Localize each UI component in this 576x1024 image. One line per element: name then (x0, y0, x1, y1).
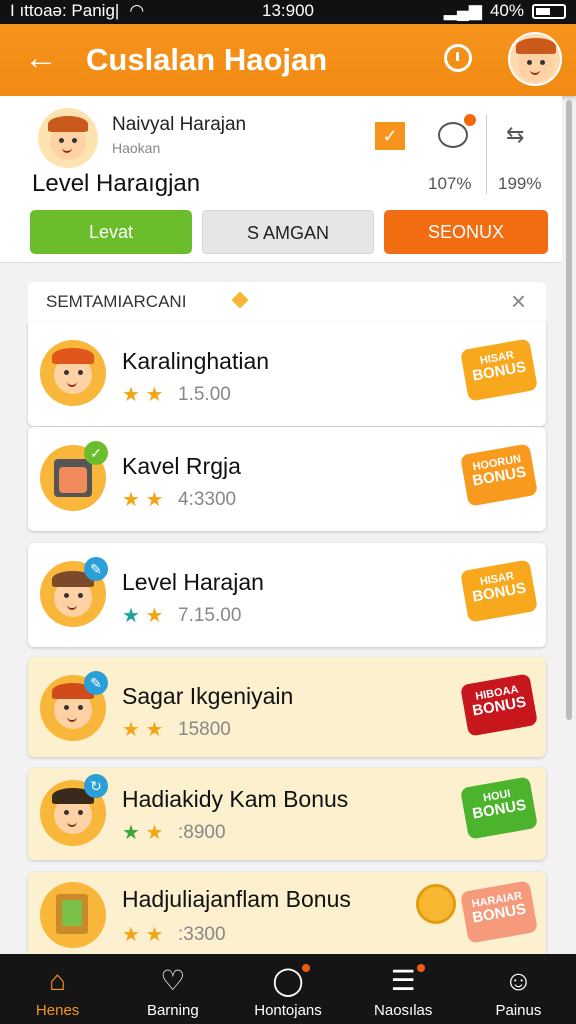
item-name: Level Harajan (122, 569, 264, 595)
list-item[interactable]: ✓ Kavel Rrgja ★ ★ 4:3300 HOORUN BONUS (28, 427, 546, 531)
gem-icon (231, 291, 249, 309)
back-arrow-icon[interactable]: ← (24, 40, 58, 76)
list-header-title: SEMTAMIARCANI (46, 292, 187, 311)
star-rating-icon: ★ ★ (122, 605, 164, 627)
item-name: Hadjuliajanflam Bonus (122, 886, 351, 912)
list-item[interactable]: ✎ Level Harajan ★ ★ 7.15.00 HISAR BONUS (28, 543, 546, 647)
share-badge-icon: ✎ (84, 671, 108, 695)
level-button[interactable]: Levat (30, 210, 192, 254)
bonus-badge[interactable]: HOORUN BONUS (460, 443, 538, 507)
status-bar: I ıttoaə: Panig| ◠ 13:900 ▂▄▆ 40% (0, 0, 576, 24)
battery-icon (532, 3, 566, 19)
character-icon (40, 882, 106, 948)
list-header: SEMTAMIARCANI × (28, 282, 546, 323)
nav-label: Barning (146, 1002, 199, 1019)
carrier-text: I ıttoaə: Panig| (10, 1, 120, 20)
stat-value-2: 199% (498, 174, 542, 193)
nav-hontojans[interactable]: ◯ Hontojans (230, 954, 345, 1024)
coin-icon (416, 884, 456, 924)
bottom-nav: ⌂ Henes ♡ Barning ◯ Hontojans ☰ Naosılas… (0, 954, 576, 1024)
notification-dot (301, 964, 310, 972)
character-icon (40, 340, 106, 406)
app-bar: ← Cuslalan Haojan (0, 24, 576, 96)
wifi-icon: ◠ (129, 1, 145, 20)
star-rating-icon: ★ ★ (122, 822, 164, 844)
nav-painus[interactable]: ☺ Painus (461, 954, 576, 1024)
item-name: Hadiakidy Kam Bonus (122, 786, 349, 812)
check-badge-icon: ✓ (84, 441, 108, 465)
nav-label: Henes (35, 1002, 80, 1019)
stat-value-1: 107% (428, 174, 472, 193)
clock: 13:900 (262, 1, 314, 20)
profile-section: Naivyal Harajan Haokan Level Haraıgjan ✓… (0, 96, 562, 263)
profile-subtitle: Haokan (112, 140, 161, 156)
bonus-badge[interactable]: HOUI BONUS (460, 776, 538, 840)
page-title: Cuslalan Haojan (86, 42, 328, 77)
notification-dot (417, 964, 426, 972)
star-rating-icon: ★ ★ (122, 489, 164, 511)
notification-dot (464, 114, 476, 126)
user-avatar[interactable] (508, 32, 562, 86)
nav-label: Naosılas (374, 1002, 433, 1019)
close-icon[interactable]: × (511, 286, 526, 317)
bonus-button[interactable]: SEONUX (384, 210, 548, 254)
star-rating-icon: ★ ★ (122, 384, 164, 406)
home-icon: ⌂ (49, 965, 67, 996)
star-rating-icon: ★ ★ (122, 924, 164, 946)
item-name: Sagar Ikgeniyain (122, 683, 294, 709)
profile-icon: ☺ (504, 965, 533, 996)
item-points: 7.15.00 (178, 605, 242, 626)
bonus-badge[interactable]: HISAR BONUS (460, 559, 538, 623)
refresh-badge-icon: ↻ (84, 774, 108, 798)
nav-label: Painus (495, 1002, 542, 1019)
nav-barning[interactable]: ♡ Barning (115, 954, 230, 1024)
item-points: :3300 (178, 924, 226, 945)
samgan-button[interactable]: S AMGAN (202, 210, 374, 254)
star-rating-icon: ★ ★ (122, 719, 164, 741)
divider (486, 114, 487, 194)
profile-level: Level Haraıgjan (32, 170, 201, 197)
battery-percent: 40% (489, 1, 524, 20)
signal-icon: ▂▄▆ (443, 1, 482, 20)
nav-home[interactable]: ⌂ Henes (0, 954, 115, 1024)
profile-avatar[interactable] (38, 108, 98, 168)
item-points: 1.5.00 (178, 384, 231, 405)
check-icon[interactable]: ✓ (375, 122, 405, 150)
list-icon: ☰ (390, 965, 416, 996)
list-item[interactable]: Karalinghatian ★ ★ 1.5.00 HISAR BONUS (28, 322, 546, 426)
heart-icon: ♡ (160, 965, 186, 996)
item-points: :8900 (178, 822, 226, 843)
item-name: Karalinghatian (122, 348, 270, 374)
list-item[interactable]: ↻ Hadiakidy Kam Bonus ★ ★ :8900 HOUI BONU… (28, 768, 546, 860)
chat-icon: ◯ (272, 965, 304, 996)
chat-icon[interactable] (438, 114, 476, 148)
profile-name: Naivyal Harajan (112, 114, 247, 135)
item-points: 15800 (178, 719, 231, 740)
share-badge-icon: ✎ (84, 557, 108, 581)
nav-naosilas[interactable]: ☰ Naosılas (346, 954, 461, 1024)
bonus-badge[interactable]: HISAR BONUS (460, 338, 538, 402)
list-item[interactable]: ✎ Sagar Ikgeniyain ★ ★ 15800 HIBOAA BONUS (28, 657, 546, 757)
scrollbar[interactable] (566, 100, 572, 720)
item-name: Kavel Rrgja (122, 453, 241, 479)
list-item[interactable]: Hadjuliajanflam Bonus ★ ★ :3300 HARAIAR B… (28, 872, 546, 954)
item-points: 4:3300 (178, 489, 237, 510)
bonus-badge[interactable]: HIBOAA BONUS (460, 673, 538, 737)
share-icon[interactable]: ⇆ (506, 122, 524, 148)
search-icon[interactable] (444, 44, 472, 72)
nav-label: Hontojans (254, 1002, 322, 1019)
bonus-badge[interactable]: HARAIAR BONUS (460, 880, 538, 944)
